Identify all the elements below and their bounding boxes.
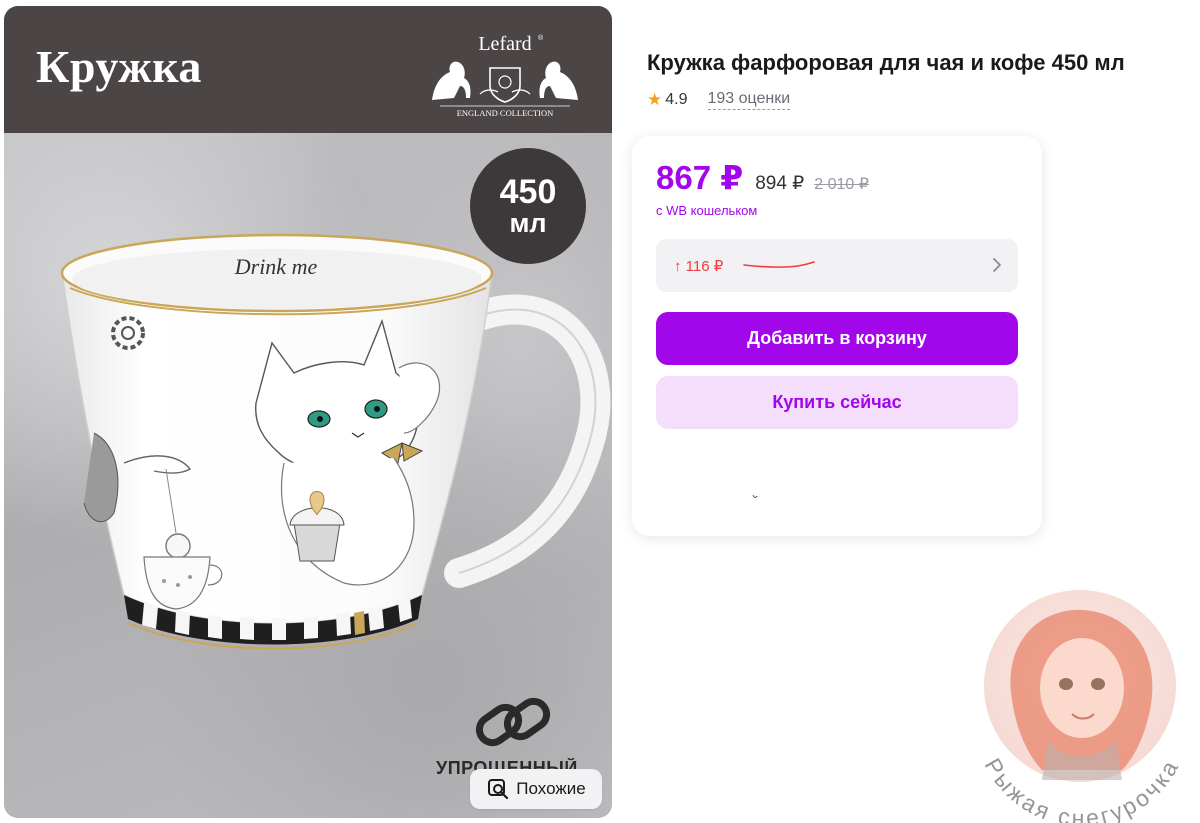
product-title: Кружка фарфоровая для чая и кофе 450 мл bbox=[647, 50, 1125, 75]
price-row: 867 ₽ 894 ₽ 2 010 ₽ bbox=[656, 158, 869, 197]
price-trend-line bbox=[743, 261, 815, 268]
price-history-delta: ↑ 116 ₽ bbox=[674, 258, 724, 275]
star-icon: ★ bbox=[647, 90, 663, 109]
volume-unit: мл bbox=[509, 208, 547, 238]
similar-button[interactable]: Похожие bbox=[470, 769, 602, 809]
volume-value: 450 bbox=[499, 173, 557, 211]
svg-text:®: ® bbox=[538, 34, 544, 42]
decorative-mark bbox=[752, 494, 758, 498]
rating-value: 4.9 bbox=[665, 91, 688, 108]
original-price: 2 010 ₽ bbox=[814, 176, 869, 193]
wallet-note: с WB кошельком bbox=[656, 203, 758, 218]
price-card: 867 ₽ 894 ₽ 2 010 ₽ с WB кошельком ↑ 116… bbox=[632, 136, 1042, 536]
reviews-link[interactable]: 193 оценки bbox=[707, 90, 791, 110]
image-header: Кружка Lefard ® ENGLAND COLLECTION bbox=[4, 6, 612, 133]
watermark: Рыжая снегурочка bbox=[980, 590, 1181, 823]
chevron-right-icon bbox=[993, 258, 1001, 272]
similar-search-icon bbox=[488, 779, 509, 800]
old-price: 894 ₽ bbox=[755, 173, 805, 194]
link-icon bbox=[475, 697, 551, 747]
brand-logo: Lefard ® ENGLAND COLLECTION bbox=[432, 33, 578, 118]
price-history-button[interactable]: ↑ 116 ₽ bbox=[656, 239, 1018, 292]
brand-tagline: ENGLAND COLLECTION bbox=[457, 108, 554, 118]
product-image-card[interactable]: Кружка Lefard ® ENGLAND COLLECTION Drink… bbox=[4, 6, 612, 818]
rating-row: ★ 4.9 193 оценки bbox=[647, 90, 791, 110]
current-price: 867 ₽ bbox=[656, 159, 744, 196]
buy-now-button[interactable]: Купить сейчас bbox=[656, 376, 1018, 429]
image-header-title: Кружка bbox=[36, 41, 202, 92]
similar-button-label: Похожие bbox=[516, 779, 586, 798]
add-to-cart-button[interactable]: Добавить в корзину bbox=[656, 312, 1018, 365]
volume-badge: 450 мл bbox=[470, 148, 586, 264]
brand-name: Lefard bbox=[478, 33, 531, 55]
mug-inscription: Drink me bbox=[234, 254, 318, 279]
